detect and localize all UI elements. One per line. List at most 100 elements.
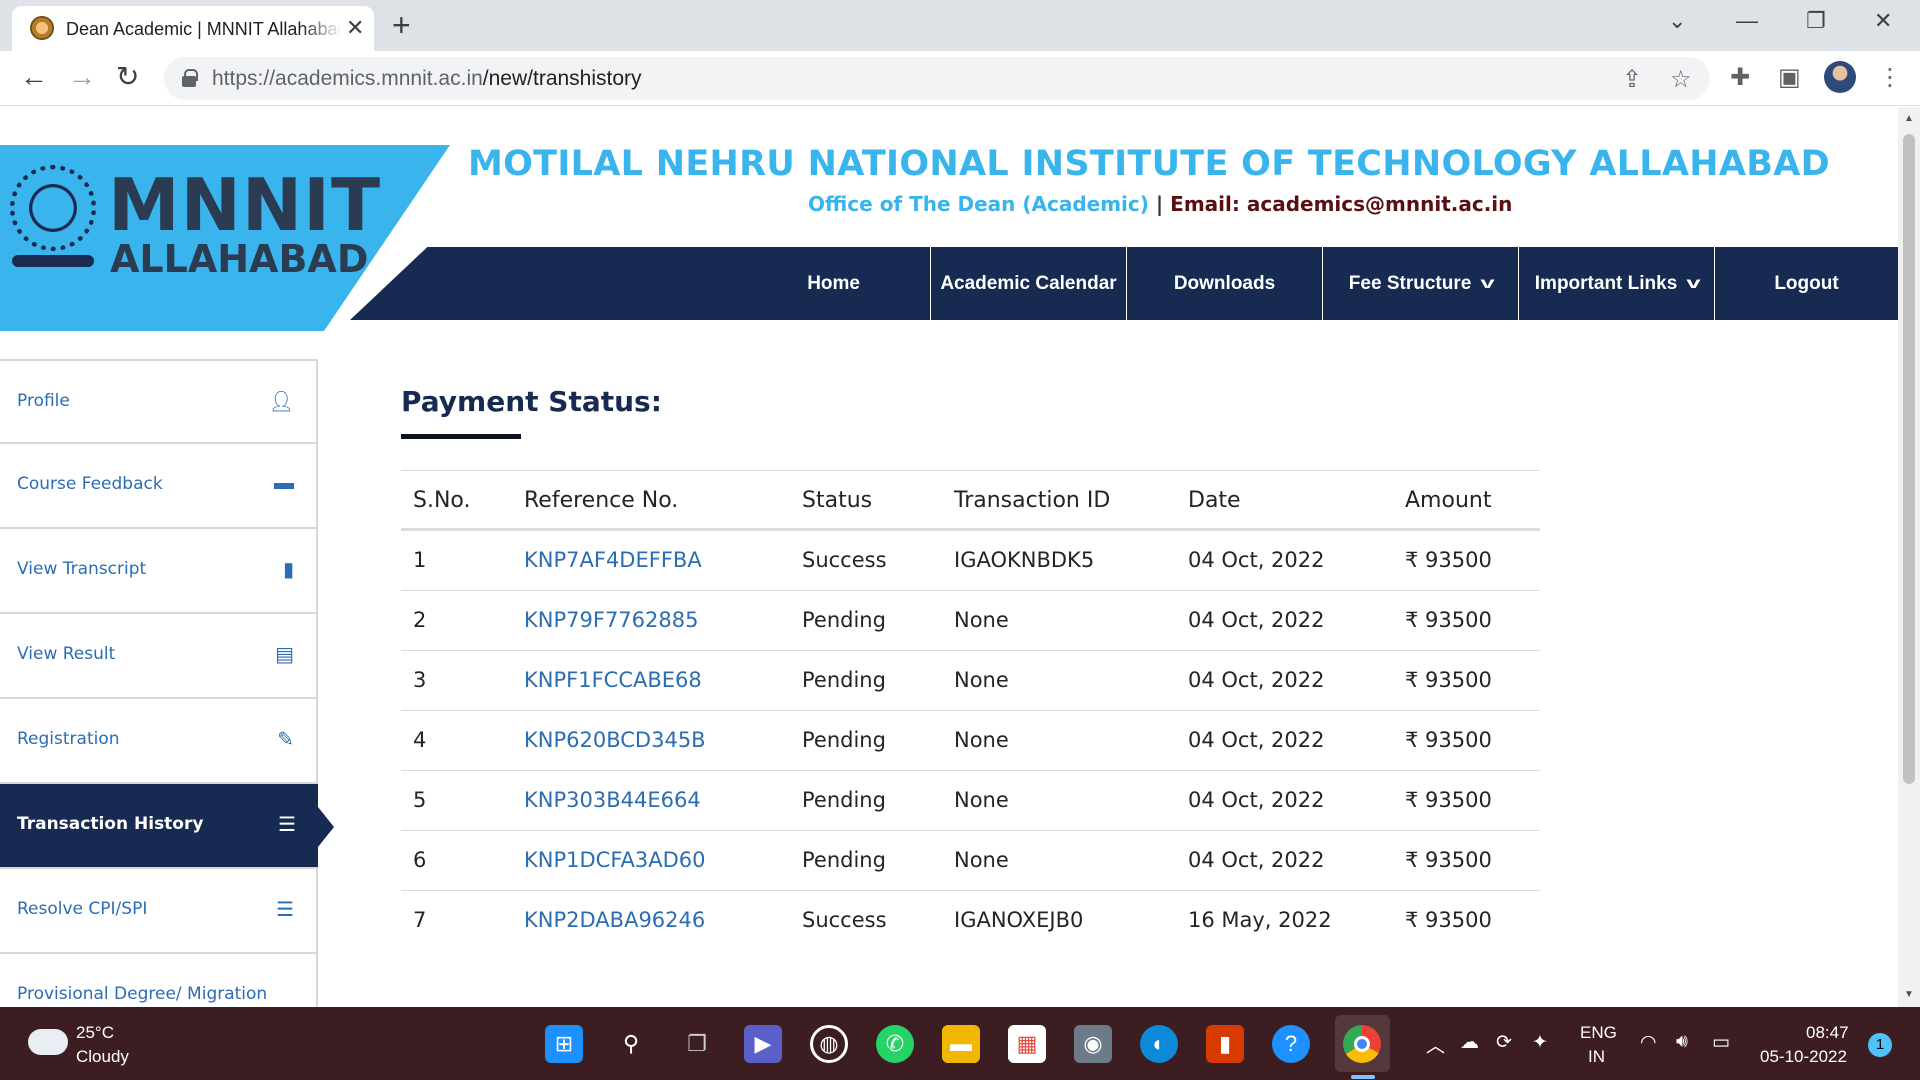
minimize-button[interactable]: —	[1736, 8, 1758, 34]
cell-date: 16 May, 2022	[1188, 908, 1332, 932]
nav-logout[interactable]: Logout	[1714, 247, 1898, 320]
office-icon[interactable]: ▮	[1206, 1025, 1244, 1063]
cell-status: Pending	[802, 848, 886, 872]
share-icon[interactable]: ⇪	[1622, 65, 1642, 94]
region-indicator[interactable]: IN	[1588, 1047, 1605, 1067]
sidebar-item-provisional-degree-migration[interactable]: Provisional Degree/ Migration	[0, 954, 318, 1007]
menu-kebab-icon[interactable]: ⋮	[1878, 63, 1902, 92]
scroll-up-icon[interactable]: ▲	[1904, 113, 1914, 124]
chevron-down-icon: v	[1686, 274, 1701, 292]
table-row: 4 KNP620BCD345B Pending None 04 Oct, 202…	[401, 710, 1540, 752]
pencil-icon: ✎	[277, 729, 294, 751]
onedrive-icon[interactable]: ☁	[1460, 1031, 1479, 1054]
sidebar-item-profile[interactable]: Profile 👤︎	[0, 359, 318, 444]
reference-link[interactable]: KNP7AF4DEFFBA	[524, 531, 702, 590]
app-launcher-icon[interactable]: ◍	[810, 1025, 848, 1063]
tab-close-icon[interactable]: ✕	[346, 16, 364, 40]
task-view-icon[interactable]: ❐	[678, 1025, 716, 1063]
reference-link[interactable]: KNP2DABA96246	[524, 891, 705, 950]
reference-link[interactable]: KNP620BCD345B	[524, 711, 706, 770]
cell-amount: ₹ 93500	[1405, 608, 1492, 632]
sidebar-item-view-transcript[interactable]: View Transcript ▮	[0, 529, 318, 614]
weather-condition[interactable]: Cloudy	[76, 1047, 129, 1067]
cell-transaction-id: None	[954, 728, 1009, 752]
camera-icon[interactable]: ◉	[1074, 1025, 1112, 1063]
chevron-down-icon: v	[1480, 274, 1495, 292]
clock-date[interactable]: 05-10-2022	[1760, 1047, 1847, 1067]
chrome-icon[interactable]	[1343, 1025, 1381, 1063]
back-icon[interactable]: ←	[20, 61, 48, 93]
cell-transaction-id: None	[954, 668, 1009, 692]
side-panel-icon[interactable]: ▣	[1778, 63, 1801, 92]
notification-badge[interactable]: 1	[1868, 1033, 1892, 1057]
clock-time[interactable]: 08:47	[1806, 1023, 1849, 1043]
sidebar-item-registration[interactable]: Registration ✎	[0, 699, 318, 784]
sidebar-item-view-result[interactable]: View Result ▤	[0, 614, 318, 699]
nav-downloads[interactable]: Downloads	[1126, 247, 1322, 320]
close-window-button[interactable]: ✕	[1874, 8, 1892, 34]
wifi-icon[interactable]: ◠	[1640, 1031, 1657, 1054]
volume-icon[interactable]: 🔊︎	[1676, 1031, 1688, 1053]
cell-amount: ₹ 93500	[1405, 788, 1492, 812]
sync-icon[interactable]: ⟳	[1496, 1031, 1512, 1054]
reload-icon[interactable]: ↻	[116, 61, 139, 93]
office-email[interactable]: Email: academics@mnnit.ac.in	[1170, 192, 1512, 216]
teams-chat-icon[interactable]: ▶	[744, 1025, 782, 1063]
forward-icon[interactable]: →	[68, 61, 96, 93]
cell-status: Pending	[802, 608, 886, 632]
reference-link[interactable]: KNP303B44E664	[524, 771, 701, 830]
sidebar-item-transaction-history[interactable]: Transaction History ☰	[0, 784, 334, 869]
page-title: Payment Status:	[401, 385, 662, 418]
scroll-thumb[interactable]	[1903, 134, 1915, 784]
page-scrollbar[interactable]: ▲ ▼	[1898, 107, 1920, 1007]
sidebar-item-course-feedback[interactable]: Course Feedback ▬	[0, 444, 318, 529]
nav-important-links[interactable]: Important Links v	[1518, 247, 1714, 320]
dropbox-icon[interactable]: ✦	[1532, 1031, 1548, 1054]
tab-title: Dean Academic | MNNIT Allahabad	[66, 19, 340, 39]
nav-academic-calendar[interactable]: Academic Calendar	[930, 247, 1126, 320]
extensions-icon[interactable]: ✚	[1730, 63, 1750, 92]
url-text[interactable]: https://academics.mnnit.ac.in/new/transh…	[212, 67, 642, 91]
cloud-icon[interactable]	[28, 1029, 68, 1055]
list-alt-icon: ▤	[275, 644, 294, 666]
cell-transaction-id: None	[954, 848, 1009, 872]
column-header: S.No.	[413, 488, 471, 513]
start-icon[interactable]: ⊞	[545, 1025, 583, 1063]
table-row: 5 KNP303B44E664 Pending None 04 Oct, 202…	[401, 770, 1540, 812]
reference-link[interactable]: KNP79F7762885	[524, 591, 698, 650]
new-tab-button[interactable]: +	[392, 8, 411, 42]
cell-date: 04 Oct, 2022	[1188, 788, 1325, 812]
battery-icon[interactable]: ▭	[1712, 1031, 1730, 1054]
windows-taskbar: 25°C Cloudy ⊞ ⚲ ❐ ▶ ◍ ✆ ▬ ▦ ◉ ◐ ▮ ? ︿ ☁ …	[0, 1007, 1920, 1080]
help-icon[interactable]: ?	[1272, 1025, 1310, 1063]
browser-tabstrip: Dean Academic | MNNIT Allahabad ✕ + ⌄ — …	[0, 0, 1920, 51]
nav-fee-structure[interactable]: Fee Structure v	[1322, 247, 1518, 320]
browser-tab[interactable]: Dean Academic | MNNIT Allahabad ✕	[12, 6, 374, 51]
reference-link[interactable]: KNPF1FCCABE68	[524, 651, 702, 710]
restore-button[interactable]: ❐	[1806, 8, 1826, 34]
logo-text-sub: ALLAHABAD	[110, 237, 369, 281]
profile-avatar[interactable]	[1824, 61, 1856, 93]
nav-home[interactable]: Home	[350, 247, 930, 320]
language-indicator[interactable]: ENG	[1580, 1023, 1617, 1043]
list-icon: ☰	[278, 814, 296, 836]
file-explorer-icon[interactable]: ▬	[942, 1025, 980, 1063]
address-bar[interactable]: https://academics.mnnit.ac.in/new/transh…	[164, 57, 1710, 100]
cell-transaction-id: None	[954, 788, 1009, 812]
comment-icon: ▬	[274, 472, 294, 494]
cell-status: Pending	[802, 668, 886, 692]
search-icon[interactable]: ⚲	[612, 1025, 650, 1063]
microsoft-store-icon[interactable]: ▦	[1008, 1025, 1046, 1063]
sidebar-item-resolve-cpi-spi[interactable]: Resolve CPI/SPI ☰	[0, 869, 318, 954]
cell-sno: 6	[413, 848, 427, 872]
chevron-up-icon[interactable]: ︿	[1426, 1031, 1445, 1058]
lock-icon[interactable]	[182, 69, 198, 87]
tab-search-icon[interactable]: ⌄	[1668, 8, 1686, 34]
weather-temperature[interactable]: 25°C	[76, 1023, 114, 1043]
scroll-down-icon[interactable]: ▼	[1904, 989, 1914, 1000]
whatsapp-icon[interactable]: ✆	[876, 1025, 914, 1063]
cell-transaction-id: IGAOKNBDK5	[954, 548, 1095, 572]
bookmark-star-icon[interactable]: ☆	[1670, 65, 1692, 94]
edge-icon[interactable]: ◐	[1140, 1025, 1178, 1063]
reference-link[interactable]: KNP1DCFA3AD60	[524, 831, 705, 890]
